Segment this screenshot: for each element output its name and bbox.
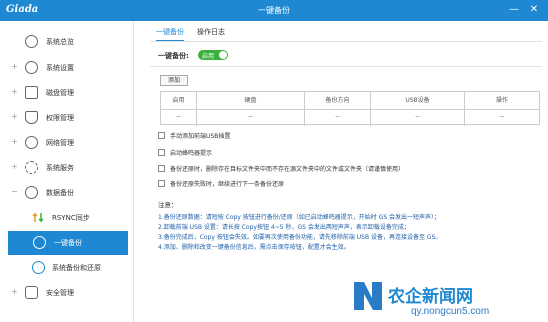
expand-icon: +: [11, 87, 18, 96]
minimize-button[interactable]: —: [507, 3, 521, 17]
sidebar-item-data-backup[interactable]: − 数据备份: [0, 181, 134, 205]
table-cell: --: [305, 109, 371, 126]
watermark-logo-icon: [354, 282, 382, 310]
checkbox[interactable]: [158, 149, 165, 156]
table-cell: --: [161, 109, 197, 126]
expand-icon: +: [11, 62, 18, 71]
globe-icon: [25, 136, 38, 149]
sidebar-item-label: 系统备份和还原: [52, 264, 101, 272]
lock-icon: [25, 286, 38, 299]
sidebar-item-label: RSYNC同步: [52, 214, 90, 222]
sidebar-item-label: 磁盘管理: [46, 89, 74, 97]
option-label: 手动添加前端USB插置: [170, 133, 231, 140]
section-divider: [150, 66, 542, 67]
column-header-actions: 操作: [495, 97, 508, 104]
service-icon: [25, 161, 38, 174]
toggle-knob: [219, 51, 227, 59]
sidebar-item-overview[interactable]: 系统总览: [0, 30, 134, 54]
sidebar-item-one-key-backup[interactable]: 一键备份: [8, 231, 128, 255]
gear-icon: [25, 61, 38, 74]
sidebar-item-label: 一键备份: [54, 239, 82, 247]
option-label: 备份还原失败时，继续进行下一条备份还原: [170, 181, 285, 188]
tab-one-key-backup[interactable]: 一键备份: [156, 27, 184, 42]
table-cell: --: [465, 109, 539, 126]
toggle-label: 启用: [202, 53, 215, 60]
monitor-icon: [25, 35, 38, 48]
notes-title: 注意：: [158, 201, 178, 209]
sidebar-item-services[interactable]: + 系统服务: [0, 156, 134, 180]
checkbox[interactable]: [158, 132, 165, 139]
clock-icon: [25, 186, 38, 199]
expand-icon: +: [11, 137, 18, 146]
watermark-text: 农企新闻网: [388, 287, 473, 306]
close-button[interactable]: ✕: [527, 3, 541, 17]
add-button[interactable]: 添加: [160, 75, 188, 86]
column-header-usb: USB设备: [371, 92, 465, 109]
note-item: 3.备份完成后，Copy 按钮会失效。如要再次使用备份功能，请先移除前端 USB…: [158, 234, 442, 241]
notes-section: 注意： 1.备份还原数据：请短按 Copy 按钮进行备份/还原（如已启动蜂鸣器提…: [158, 199, 543, 253]
sidebar-item-system-settings[interactable]: + 系统设置: [0, 56, 134, 80]
sidebar-item-label: 系统服务: [46, 164, 74, 172]
table-cell: --: [371, 109, 465, 126]
sidebar-item-rsync[interactable]: RSYNC同步: [0, 206, 134, 230]
watermark: 农企新闻网 qy.nongcun5.com: [351, 278, 548, 322]
backup-icon: [33, 236, 46, 249]
backup-table: 启用 硬盘 备份方向 USB设备 操作 -- -- -- -- --: [160, 91, 540, 126]
sidebar-item-system-restore[interactable]: 系统备份和还原: [0, 256, 134, 280]
sidebar-item-label: 数据备份: [46, 189, 74, 197]
watermark-url: qy.nongcun5.com: [411, 306, 490, 317]
expand-icon: +: [11, 287, 18, 296]
window-title: 一键备份: [258, 6, 290, 15]
sidebar-item-label: 系统总览: [46, 38, 74, 46]
note-item: 4.添加、删除和改变一键备份信息后，需点击保存按钮，配置才会生效。: [158, 244, 350, 251]
sidebar-item-disk[interactable]: + 磁盘管理: [0, 81, 134, 105]
checkbox[interactable]: [158, 165, 165, 172]
note-item: 1.备份还原数据：请短按 Copy 按钮进行备份/还原（如已启动蜂鸣器提示，开始…: [158, 214, 441, 221]
option-label: 启动蜂鸣器提示: [170, 150, 213, 157]
title-bar: Giada 一键备份 — ✕: [0, 0, 548, 21]
table-cell: --: [197, 109, 305, 126]
collapse-icon: −: [11, 187, 18, 196]
sync-arrows-icon: [32, 211, 45, 224]
restore-icon: [32, 261, 45, 274]
note-item: 2.卸载前端 USB 设置：请长按 Copy按钮 4~5 秒，GS 会发出两短声…: [158, 224, 410, 231]
option-label: 备份还原时，删除存在目标文件夹中而不存在源文件夹中的文件或文件夹（请谨慎使用）: [170, 166, 405, 173]
tab-divider: [150, 41, 542, 42]
sidebar-item-label: 系统设置: [46, 64, 74, 72]
sidebar-item-security[interactable]: + 安全管理: [0, 281, 134, 305]
main-panel: 一键备份 操作日志 一键备份: 启用 添加 启用 硬盘 备份方向 USB设备 操…: [140, 21, 548, 322]
column-header-direction: 备份方向: [305, 92, 371, 109]
sidebar-item-permissions[interactable]: + 权限管理: [0, 106, 134, 130]
column-header-disk: 硬盘: [197, 92, 305, 109]
sidebar-item-network[interactable]: + 网络管理: [0, 131, 134, 155]
shield-icon: [25, 111, 38, 124]
sidebar-item-label: 安全管理: [46, 289, 74, 297]
sidebar-item-label: 网络管理: [46, 139, 74, 147]
sidebar-item-label: 权限管理: [46, 114, 74, 122]
disk-icon: [25, 86, 38, 99]
expand-icon: +: [11, 162, 18, 171]
expand-icon: +: [11, 112, 18, 121]
sidebar: 系统总览 + 系统设置 + 磁盘管理 + 权限管理 + 网络管理 + 系统服务 …: [0, 21, 134, 322]
checkbox[interactable]: [158, 180, 165, 187]
column-header-enabled: 启用: [161, 92, 197, 109]
backup-toggle[interactable]: 启用: [198, 50, 228, 60]
tab-operation-log[interactable]: 操作日志: [197, 27, 225, 37]
backup-enable-label: 一键备份:: [158, 52, 189, 60]
